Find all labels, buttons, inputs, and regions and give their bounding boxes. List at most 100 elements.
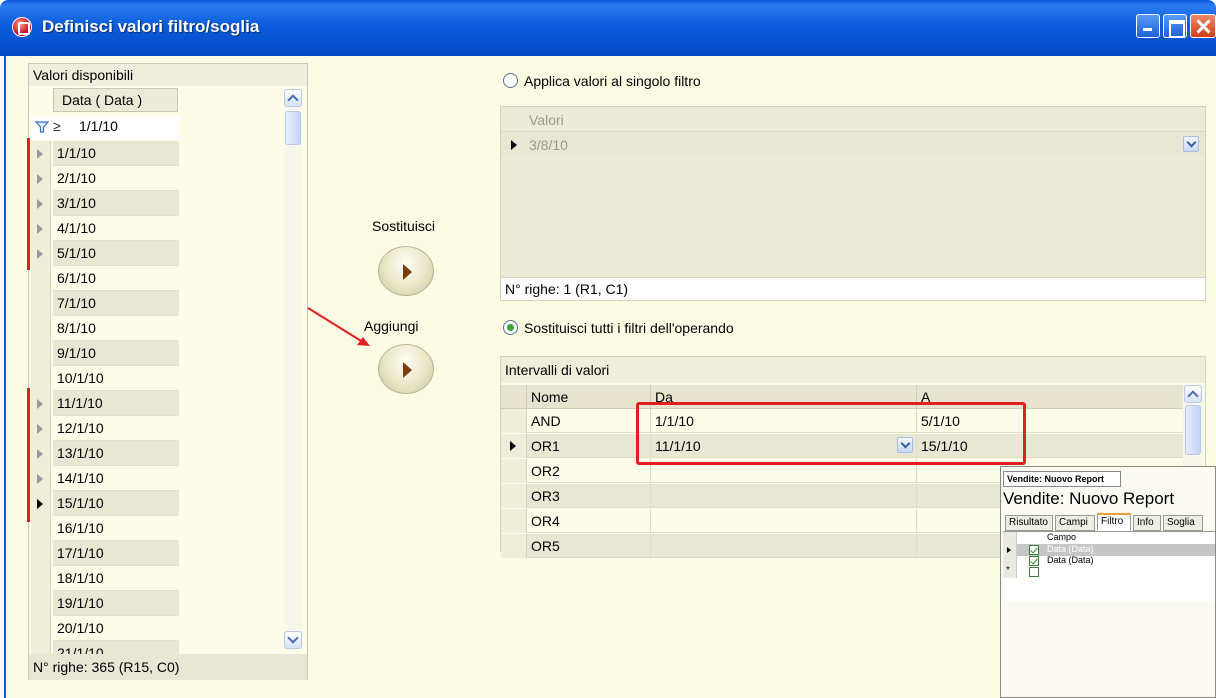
row-selector[interactable] [501, 409, 527, 433]
date-cell[interactable]: 4/1/10 [53, 216, 179, 241]
available-values-scrollbar[interactable] [284, 89, 302, 649]
date-cell[interactable]: 6/1/10 [53, 266, 179, 291]
row-selector[interactable] [31, 266, 51, 291]
row-selector[interactable] [31, 141, 51, 166]
list-item[interactable]: 1/1/10 [31, 141, 179, 166]
row-selector[interactable] [31, 591, 51, 616]
tab-filtro[interactable]: Filtro [1097, 513, 1131, 531]
campo-cell[interactable]: Data (Data) [1047, 555, 1094, 565]
date-cell[interactable]: 3/1/10 [53, 191, 179, 216]
funnel-icon[interactable] [35, 120, 49, 134]
list-item[interactable]: 9/1/10 [31, 341, 179, 366]
list-item[interactable]: 3/1/10 [31, 191, 179, 216]
tab-soglia[interactable]: Soglia [1163, 515, 1203, 531]
scroll-thumb[interactable] [285, 111, 301, 145]
row-selector[interactable] [501, 509, 527, 533]
row-selector[interactable] [31, 541, 51, 566]
list-item[interactable]: 18/1/10 [31, 566, 179, 591]
values-cell[interactable]: 3/8/10 [529, 137, 568, 153]
checkbox[interactable] [1029, 545, 1039, 555]
row-selector[interactable] [31, 416, 51, 441]
list-item[interactable]: 17/1/10 [31, 541, 179, 566]
list-item[interactable]: 11/1/10 [31, 391, 179, 416]
date-cell[interactable]: 16/1/10 [53, 516, 179, 541]
date-cell[interactable]: 9/1/10 [53, 341, 179, 366]
date-cell[interactable]: 14/1/10 [53, 466, 179, 491]
tab-risultato[interactable]: Risultato [1005, 515, 1053, 531]
list-item[interactable]: 12/1/10 [31, 416, 179, 441]
date-cell[interactable]: 5/1/10 [53, 241, 179, 266]
list-item[interactable]: 20/1/10 [31, 616, 179, 641]
replace-all-radio[interactable] [503, 320, 518, 335]
date-cell[interactable]: 18/1/10 [53, 566, 179, 591]
tab-campi[interactable]: Campi [1055, 515, 1095, 531]
date-cell[interactable]: 2/1/10 [53, 166, 179, 191]
date-column-header[interactable]: Data ( Data ) [53, 88, 178, 112]
cell-da[interactable] [651, 484, 917, 508]
row-selector[interactable] [31, 391, 51, 416]
row-selector[interactable] [31, 466, 51, 491]
greater-equal-operator[interactable]: ≥ [53, 118, 61, 134]
list-item[interactable]: 16/1/10 [31, 516, 179, 541]
replace-all-label[interactable]: Sostituisci tutti i filtri dell'operando [524, 320, 734, 336]
date-cell[interactable]: 11/1/10 [53, 391, 179, 416]
scroll-down-button[interactable] [284, 631, 302, 649]
date-cell[interactable]: 17/1/10 [53, 541, 179, 566]
scroll-up-button[interactable] [1184, 385, 1202, 403]
row-selector[interactable] [31, 166, 51, 191]
values-row[interactable]: 3/8/10 [501, 131, 1205, 157]
replace-button[interactable] [378, 246, 434, 296]
row-selector[interactable] [31, 491, 51, 516]
date-cell[interactable]: 7/1/10 [53, 291, 179, 316]
list-item[interactable]: 2/1/10 [31, 166, 179, 191]
row-selector[interactable] [31, 241, 51, 266]
filter-value-input[interactable]: 1/1/10 [79, 118, 118, 134]
row-selector[interactable] [31, 366, 51, 391]
header-nome[interactable]: Nome [527, 385, 651, 409]
scroll-up-button[interactable] [284, 89, 302, 107]
cell-nome[interactable]: OR3 [527, 484, 651, 508]
list-item[interactable]: 13/1/10 [31, 441, 179, 466]
date-cell[interactable]: 15/1/10 [53, 491, 179, 516]
row-selector[interactable] [31, 316, 51, 341]
minimize-button[interactable] [1136, 14, 1160, 38]
cell-nome[interactable]: AND [527, 409, 651, 433]
close-button[interactable] [1190, 14, 1216, 38]
list-item[interactable]: 19/1/10 [31, 591, 179, 616]
row-selector[interactable] [31, 516, 51, 541]
date-cell[interactable]: 12/1/10 [53, 416, 179, 441]
row-selector[interactable] [31, 616, 51, 641]
cell-nome[interactable]: OR1 [527, 434, 651, 458]
date-cell[interactable]: 8/1/10 [53, 316, 179, 341]
tab-info[interactable]: Info [1133, 515, 1161, 531]
date-cell[interactable]: 20/1/10 [53, 616, 179, 641]
list-item[interactable]: 6/1/10 [31, 266, 179, 291]
campo-cell[interactable]: Data (Data) [1047, 544, 1094, 554]
list-item[interactable]: 14/1/10 [31, 466, 179, 491]
date-cell[interactable]: 19/1/10 [53, 591, 179, 616]
row-selector[interactable] [31, 291, 51, 316]
list-item[interactable]: * [1003, 565, 1215, 578]
cell-nome[interactable]: OR5 [527, 534, 651, 558]
list-item[interactable]: 15/1/10 [31, 491, 179, 516]
row-selector[interactable] [501, 459, 527, 483]
cell-da[interactable] [651, 534, 917, 558]
row-selector[interactable] [501, 434, 527, 458]
date-cell[interactable]: 10/1/10 [53, 366, 179, 391]
cell-nome[interactable]: OR2 [527, 459, 651, 483]
list-item[interactable]: 7/1/10 [31, 291, 179, 316]
add-button[interactable] [378, 344, 434, 394]
row-selector[interactable] [31, 441, 51, 466]
report-tab-title[interactable]: Vendite: Nuovo Report [1003, 471, 1121, 487]
row-selector[interactable] [31, 216, 51, 241]
row-selector[interactable] [501, 534, 527, 558]
list-item[interactable]: 10/1/10 [31, 366, 179, 391]
filter-row[interactable]: ≥ 1/1/10 [31, 116, 179, 140]
cell-da[interactable] [651, 509, 917, 533]
date-cell[interactable]: 1/1/10 [53, 141, 179, 166]
scroll-thumb[interactable] [1185, 405, 1201, 455]
list-item[interactable]: 4/1/10 [31, 216, 179, 241]
chevron-down-icon[interactable] [1183, 136, 1199, 152]
cell-nome[interactable]: OR4 [527, 509, 651, 533]
row-selector[interactable] [31, 341, 51, 366]
